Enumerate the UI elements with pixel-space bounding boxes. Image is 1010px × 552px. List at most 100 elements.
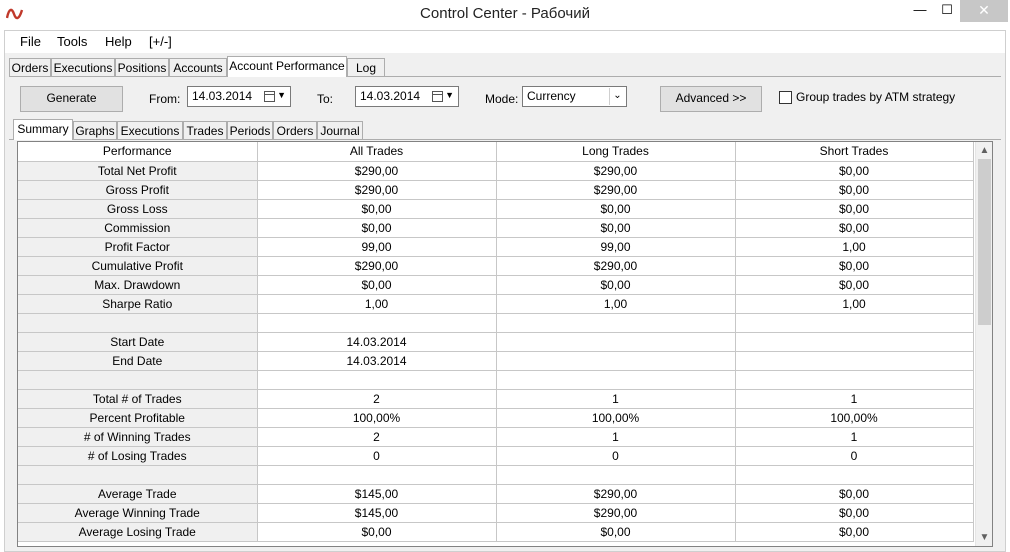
table-cell: 100,00% — [735, 408, 974, 428]
column-header[interactable]: Long Trades — [496, 142, 736, 162]
tab-trades[interactable]: Trades — [183, 121, 227, 139]
table-cell: $0,00 — [735, 218, 974, 238]
tab-accounts[interactable]: Accounts — [169, 58, 227, 76]
table-cell: $145,00 — [257, 503, 497, 523]
tab-account-performance[interactable]: Account Performance — [227, 56, 347, 77]
row-label: # of Losing Trades — [18, 446, 258, 466]
table-row[interactable]: Average Losing Trade $0,00 $0,00 $0,00 — [18, 522, 974, 542]
table-row[interactable]: Gross Loss $0,00 $0,00 $0,00 — [18, 199, 974, 219]
scrollbar-thumb[interactable] — [978, 159, 991, 325]
table-row[interactable] — [18, 465, 974, 485]
table-cell: $0,00 — [735, 275, 974, 295]
scroll-down-icon[interactable]: ▼ — [976, 529, 992, 546]
to-date-picker[interactable]: 14.03.2014 ▼ — [355, 86, 459, 107]
maximize-button[interactable]: ☐ — [934, 0, 960, 22]
dropdown-arrow-icon[interactable]: ▼ — [277, 90, 286, 100]
advanced-button[interactable]: Advanced >> — [660, 86, 762, 112]
table-row[interactable]: Average Winning Trade $145,00 $290,00 $0,00 — [18, 503, 974, 523]
row-label — [18, 313, 258, 333]
dropdown-arrow-icon[interactable]: ▼ — [445, 90, 454, 100]
table-cell: $0,00 — [735, 161, 974, 181]
table-row[interactable] — [18, 313, 974, 333]
table-cell — [735, 465, 974, 485]
table-cell: 1 — [735, 427, 974, 447]
table-cell — [496, 313, 736, 333]
table-row[interactable]: Sharpe Ratio 1,00 1,00 1,00 — [18, 294, 974, 314]
table-cell: 100,00% — [257, 408, 497, 428]
menu-tools[interactable]: Tools — [57, 34, 87, 49]
table-row[interactable]: Gross Profit $290,00 $290,00 $0,00 — [18, 180, 974, 200]
table-row[interactable]: Percent Profitable 100,00% 100,00% 100,00% — [18, 408, 974, 428]
table-row[interactable]: # of Losing Trades 0 0 0 — [18, 446, 974, 466]
table-cell: $0,00 — [257, 275, 497, 295]
tab-sub-orders[interactable]: Orders — [273, 121, 317, 139]
row-label: Max. Drawdown — [18, 275, 258, 295]
table-row[interactable]: Total # of Trades 2 1 1 — [18, 389, 974, 409]
tab-orders[interactable]: Orders — [9, 58, 51, 76]
table-row[interactable]: Commission $0,00 $0,00 $0,00 — [18, 218, 974, 238]
tab-periods[interactable]: Periods — [227, 121, 273, 139]
sub-tabs: Summary Graphs Executions Trades Periods… — [9, 119, 1003, 140]
table-row[interactable] — [18, 370, 974, 390]
table-row[interactable]: Average Trade $145,00 $290,00 $0,00 — [18, 484, 974, 504]
main-tabs: Orders Executions Positions Accounts Acc… — [9, 56, 1003, 77]
row-label: Average Losing Trade — [18, 522, 258, 542]
tab-positions[interactable]: Positions — [115, 58, 169, 76]
table-row[interactable]: End Date 14.03.2014 — [18, 351, 974, 371]
table-cell: $290,00 — [257, 256, 497, 276]
table-cell: $0,00 — [735, 199, 974, 219]
tab-sub-executions[interactable]: Executions — [117, 121, 183, 139]
tab-summary[interactable]: Summary — [13, 119, 73, 140]
table-row[interactable]: # of Winning Trades 2 1 1 — [18, 427, 974, 447]
table-cell: $0,00 — [257, 522, 497, 542]
tab-journal[interactable]: Journal — [317, 121, 363, 139]
minimize-button[interactable]: — — [906, 0, 934, 22]
table-cell — [496, 332, 736, 352]
table-row[interactable]: Total Net Profit $290,00 $290,00 $0,00 — [18, 161, 974, 181]
calendar-icon[interactable] — [432, 91, 443, 102]
generate-button[interactable]: Generate — [20, 86, 123, 112]
tab-graphs[interactable]: Graphs — [73, 121, 117, 139]
mode-label: Mode: — [485, 92, 519, 106]
vertical-scrollbar[interactable]: ▲ ▼ — [975, 142, 992, 546]
row-label: Average Winning Trade — [18, 503, 258, 523]
table-cell: 1,00 — [735, 237, 974, 257]
table-cell: 1,00 — [496, 294, 736, 314]
menu-help[interactable]: Help — [105, 34, 132, 49]
table-row[interactable]: Max. Drawdown $0,00 $0,00 $0,00 — [18, 275, 974, 295]
table-cell: 99,00 — [257, 237, 497, 257]
window-title: Control Center - Рабочий — [420, 5, 590, 22]
table-cell — [496, 351, 736, 371]
from-date-picker[interactable]: 14.03.2014 ▼ — [187, 86, 291, 107]
mode-select[interactable]: Currency ⌄ — [522, 86, 627, 107]
scroll-up-icon[interactable]: ▲ — [976, 142, 992, 159]
calendar-icon[interactable] — [264, 91, 275, 102]
table-row[interactable]: Cumulative Profit $290,00 $290,00 $0,00 — [18, 256, 974, 276]
tab-log[interactable]: Log — [347, 58, 385, 76]
table-cell: 0 — [257, 446, 497, 466]
menu-file[interactable]: File — [20, 34, 41, 49]
close-button[interactable]: ✕ — [960, 0, 1008, 22]
row-label: Start Date — [18, 332, 258, 352]
table-row[interactable]: Start Date 14.03.2014 — [18, 332, 974, 352]
menu-toggle[interactable]: [+/-] — [149, 34, 172, 49]
from-label: From: — [149, 92, 181, 106]
table-cell: $290,00 — [496, 256, 736, 276]
tab-executions[interactable]: Executions — [51, 58, 115, 76]
table-cell: 0 — [735, 446, 974, 466]
table-cell: $0,00 — [735, 484, 974, 504]
table-cell: $0,00 — [257, 218, 497, 238]
table-cell — [257, 465, 497, 485]
table-cell: $290,00 — [496, 503, 736, 523]
column-header[interactable]: All Trades — [257, 142, 497, 162]
table-header-row: Performance All Trades Long Trades Short… — [18, 142, 974, 162]
row-label: Percent Profitable — [18, 408, 258, 428]
row-label: Total Net Profit — [18, 161, 258, 181]
chevron-down-icon: ⌄ — [609, 88, 625, 105]
column-header[interactable]: Short Trades — [735, 142, 974, 162]
table-cell: $290,00 — [257, 180, 497, 200]
column-header[interactable]: Performance — [18, 142, 258, 162]
table-row[interactable]: Profit Factor 99,00 99,00 1,00 — [18, 237, 974, 257]
group-trades-checkbox[interactable] — [779, 91, 792, 104]
menu-bar: File Tools Help [+/-] — [5, 31, 1005, 53]
